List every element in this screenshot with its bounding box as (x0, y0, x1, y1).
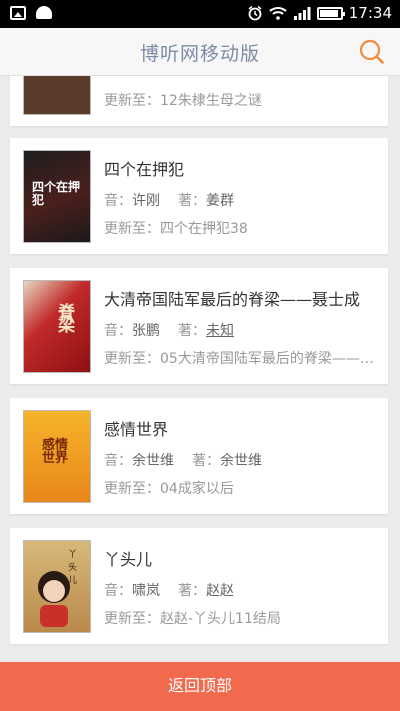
book-title[interactable]: 四个在押犯 (104, 156, 384, 180)
page-title: 博听网移动版 (139, 43, 260, 65)
book-meta: 音：张鹏 著：未知 (104, 323, 234, 339)
book-cover (23, 76, 91, 115)
wifi-icon (269, 7, 287, 20)
book-title[interactable]: 大清帝国陆军最后的脊梁——聂士成 (104, 286, 384, 310)
book-list[interactable]: 更新至：12朱棣生母之谜 四个在押犯 四个在押犯 音：许刚 著：姜群 更新至：四个… (0, 76, 400, 662)
book-update: 更新至：05大清帝国陆军最后的脊梁——聂士成 (104, 351, 380, 367)
announcer: 许刚 (132, 193, 160, 209)
book-update: 更新至：04成家以后 (104, 481, 234, 497)
book-cover: 感情世界 (23, 410, 91, 503)
author: 赵赵 (206, 583, 234, 599)
announcer: 余世维 (132, 453, 174, 469)
book-card[interactable]: 更新至：12朱棣生母之谜 (10, 76, 388, 126)
book-meta: 音：余世维 著：余世维 (104, 453, 262, 469)
author: 姜群 (206, 193, 234, 209)
book-card[interactable]: 四个在押犯 四个在押犯 音：许刚 著：姜群 更新至：四个在押犯38 (10, 138, 388, 254)
book-update: 更新至：赵赵-丫头儿11结局 (104, 611, 281, 627)
book-update: 更新至：四个在押犯38 (104, 221, 248, 237)
book-title[interactable]: 丫头儿 (104, 546, 384, 570)
book-meta: 音：许刚 著：姜群 (104, 193, 234, 209)
app-header: 博听网移动版 (0, 28, 400, 76)
alarm-icon (248, 5, 262, 21)
book-card[interactable]: 感情世界 感情世界 音：余世维 著：余世维 更新至：04成家以后 (10, 398, 388, 514)
book-cover: 脊梁 (23, 280, 91, 373)
book-card[interactable]: 丫头儿 丫头儿 音：啸岚 著：赵赵 更新至：赵赵-丫头儿11结局 (10, 528, 388, 644)
book-card[interactable]: 脊梁 大清帝国陆军最后的脊梁——聂士成 音：张鹏 著：未知 更新至：05大清帝国陆… (10, 268, 388, 384)
gallery-notification-icon (10, 6, 26, 20)
author-link[interactable]: 未知 (206, 323, 234, 339)
book-meta: 音：啸岚 著：赵赵 (104, 583, 234, 599)
announcer: 啸岚 (132, 583, 160, 599)
android-notification-icon (36, 6, 52, 19)
signal-icon (293, 7, 311, 20)
status-time: 17:34 (348, 4, 392, 22)
author: 余世维 (220, 453, 262, 469)
book-update: 更新至：12朱棣生母之谜 (104, 93, 262, 109)
cover-girl-illustration (38, 571, 70, 627)
book-cover: 丫头儿 (23, 540, 91, 633)
book-title[interactable]: 感情世界 (104, 416, 384, 440)
status-bar: 17:34 (0, 0, 400, 28)
announcer: 张鹏 (132, 323, 160, 339)
battery-icon (316, 6, 345, 20)
book-cover: 四个在押犯 (23, 150, 91, 243)
search-icon[interactable] (358, 38, 386, 66)
back-to-top-button[interactable]: 返回顶部 (0, 662, 400, 711)
